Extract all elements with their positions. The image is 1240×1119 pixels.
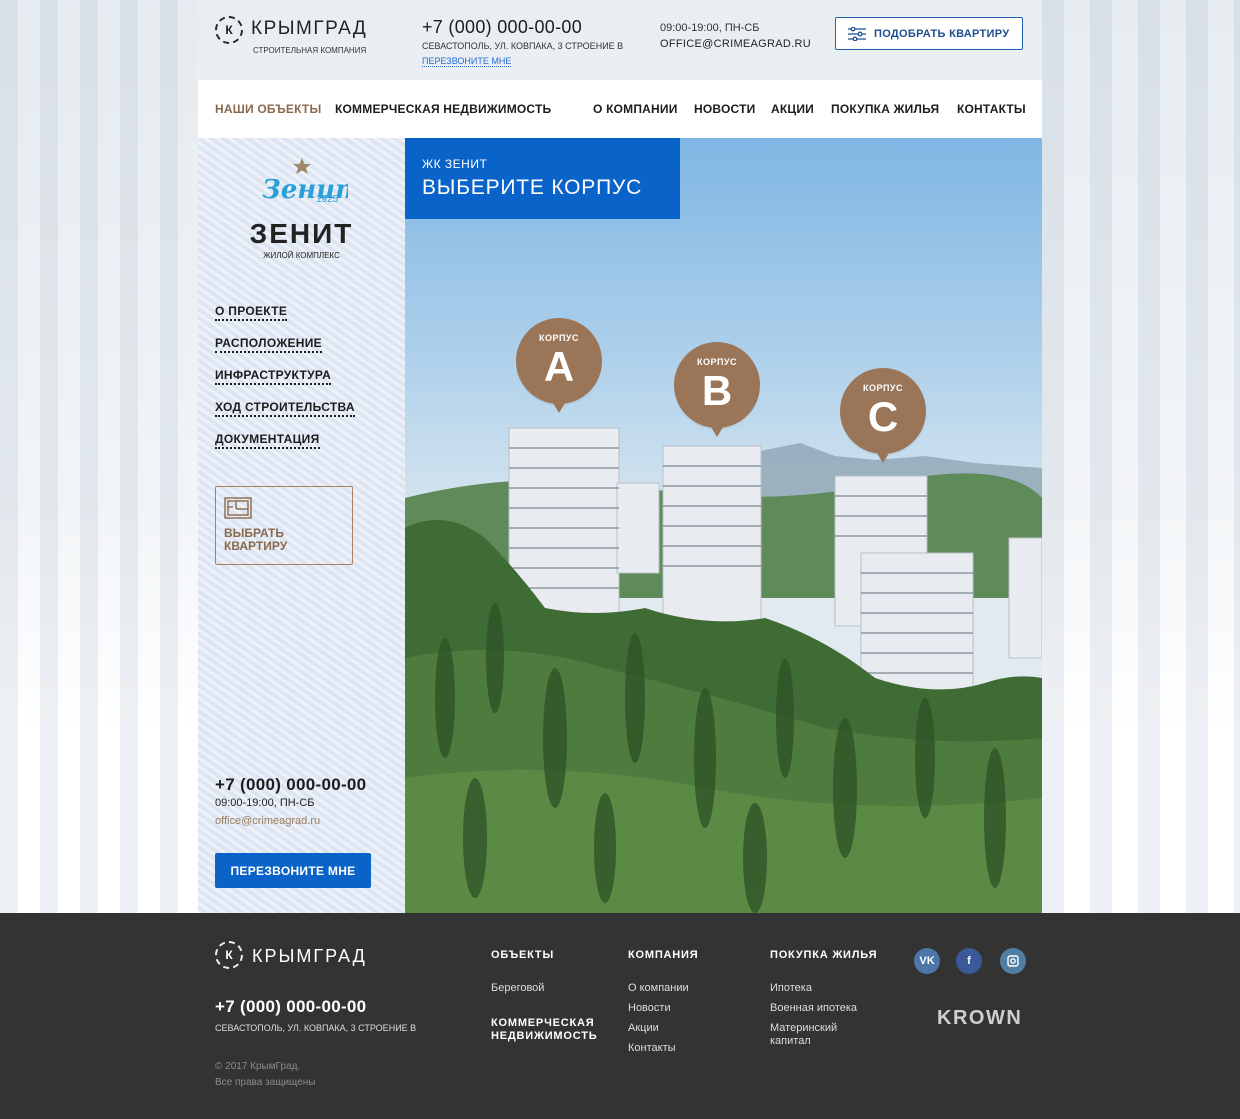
header-phone[interactable]: +7 (000) 000-00-00 <box>422 17 582 38</box>
building-pin-c[interactable]: КОРПУС C <box>840 368 926 463</box>
company-logo[interactable]: К КРЫМГРАД СТРОИТЕЛЬНАЯ КОМПАНИЯ <box>215 16 368 58</box>
krown-partner-logo[interactable]: KROWN <box>937 1007 1022 1030</box>
hero-banner: ЖК ЗЕНИТ ВЫБЕРИТЕ КОРПУС <box>405 138 680 219</box>
nav-commercial[interactable]: КОММЕРЧЕСКАЯ НЕДВИЖИМОСТЬ <box>335 102 551 116</box>
footer-link-military-mortgage[interactable]: Военная ипотека <box>770 1002 857 1014</box>
header-callback-link[interactable]: ПЕРЕЗВОНИТЕ МНЕ <box>422 56 512 67</box>
nav-buying[interactable]: ПОКУПКА ЖИЛЬЯ <box>831 102 939 116</box>
hero-eyebrow: ЖК ЗЕНИТ <box>422 157 488 171</box>
header-email[interactable]: OFFICE@CRIMEAGRAD.RU <box>660 38 811 50</box>
project-menu-location[interactable]: РАСПОЛОЖЕНИЕ <box>215 336 322 353</box>
footer-copyright: © 2017 КрымГрад. Все права защищены <box>215 1059 315 1091</box>
footer-heading-commercial[interactable]: КОММЕРЧЕСКАЯ НЕДВИЖИМОСТЬ <box>491 1017 601 1043</box>
facebook-icon[interactable]: f <box>956 948 982 974</box>
logo-subtitle: СТРОИТЕЛЬНАЯ КОМПАНИЯ <box>253 46 367 55</box>
copyright-line-2: Все права защищены <box>215 1077 316 1088</box>
instagram-glyph <box>1007 955 1019 967</box>
logo-emblem-icon: К <box>215 16 243 44</box>
footer-link-about[interactable]: О компании <box>628 982 689 994</box>
footer-phone[interactable]: +7 (000) 000-00-00 <box>215 997 366 1017</box>
footer-address: СЕВАСТОПОЛЬ, УЛ. КОВПАКА, 3 СТРОЕНИЕ В <box>215 1023 417 1033</box>
nav-news[interactable]: НОВОСТИ <box>694 102 755 116</box>
header-hours: 09:00-19:00, ПН-СБ <box>660 22 760 34</box>
project-menu: О ПРОЕКТЕ РАСПОЛОЖЕНИЕ ИНФРАСТРУКТУРА ХО… <box>215 304 355 464</box>
building-pin-a[interactable]: КОРПУС A <box>516 318 602 413</box>
project-menu-about[interactable]: О ПРОЕКТЕ <box>215 304 288 321</box>
project-menu-construction[interactable]: ХОД СТРОИТЕЛЬСТВА <box>215 400 355 417</box>
zenit-emblem-year: 1925 <box>316 194 339 205</box>
sidebar-hours: 09:00-19:00, ПН-СБ <box>215 797 315 809</box>
sidebar-email[interactable]: office@crimeagrad.ru <box>215 815 320 827</box>
main-nav: НАШИ ОБЪЕКТЫ КОММЕРЧЕСКАЯ НЕДВИЖИМОСТЬ О… <box>198 80 1042 138</box>
project-menu-infrastructure[interactable]: ИНФРАСТРУКТУРА <box>215 368 332 385</box>
project-title: ЗЕНИТ <box>249 218 354 249</box>
hero-title: ВЫБЕРИТЕ КОРПУС <box>422 176 643 199</box>
instagram-icon[interactable] <box>1000 948 1026 974</box>
nav-promotions[interactable]: АКЦИИ <box>771 102 814 116</box>
hero-landscape-image <box>405 427 1042 913</box>
footer-heading-company[interactable]: КОМПАНИЯ <box>628 949 698 961</box>
project-menu-documents[interactable]: ДОКУМЕНТАЦИЯ <box>215 432 320 449</box>
building-pin-b[interactable]: КОРПУС B <box>674 342 760 437</box>
site-footer: К КРЫМГРАД +7 (000) 000-00-00 СЕВАСТОПОЛ… <box>0 913 1240 1119</box>
nav-our-objects[interactable]: НАШИ ОБЪЕКТЫ <box>215 102 321 116</box>
footer-logo-emblem-icon: К <box>215 941 243 969</box>
footer-logo-name: КРЫМГРАД <box>252 946 367 966</box>
project-sidebar: Зенит 1925 ЗЕНИТ ЖИЛОЙ КОМПЛЕКС О ПРОЕКТ… <box>198 138 405 913</box>
footer-heading-buying[interactable]: ПОКУПКА ЖИЛЬЯ <box>770 949 877 961</box>
pick-apartment-label: ПОДОБРАТЬ КВАРТИРУ <box>874 27 1010 40</box>
footer-link-maternity-capital[interactable]: Материнский капитал <box>770 1022 870 1048</box>
nav-contacts[interactable]: КОНТАКТЫ <box>957 102 1026 116</box>
pin-letter: C <box>867 393 899 440</box>
site-header: К КРЫМГРАД СТРОИТЕЛЬНАЯ КОМПАНИЯ +7 (000… <box>198 0 1042 80</box>
footer-link-contacts[interactable]: Контакты <box>628 1042 676 1054</box>
filter-sliders-icon <box>848 26 866 41</box>
sidebar-callback-button[interactable]: ПЕРЕЗВОНИТЕ МНЕ <box>215 853 371 888</box>
project-subtitle: ЖИЛОЙ КОМПЛЕКС <box>263 251 340 260</box>
footer-link-promotions[interactable]: Акции <box>628 1022 659 1034</box>
copyright-line-1: © 2017 КрымГрад. <box>215 1061 301 1072</box>
nav-about[interactable]: О КОМПАНИИ <box>593 102 678 116</box>
footer-link-beregovoy[interactable]: Береговой <box>491 982 544 994</box>
choose-apartment-label: ВЫБРАТЬ КВАРТИРУ <box>224 526 288 553</box>
logo-name: КРЫМГРАД <box>251 18 368 39</box>
choose-apartment-button[interactable]: ВЫБРАТЬ КВАРТИРУ <box>215 486 353 565</box>
pin-letter: B <box>701 367 733 414</box>
floor-plan-icon <box>224 497 252 519</box>
background-left <box>0 0 198 913</box>
pick-apartment-button[interactable]: ПОДОБРАТЬ КВАРТИРУ <box>835 17 1023 50</box>
vk-icon[interactable]: VK <box>914 948 940 974</box>
zenit-emblem-icon[interactable]: Зенит 1925 <box>256 156 348 214</box>
header-address: СЕВАСТОПОЛЬ, УЛ. КОВПАКА, 3 СТРОЕНИЕ В <box>422 41 624 51</box>
footer-heading-objects[interactable]: ОБЪЕКТЫ <box>491 949 554 961</box>
sidebar-phone[interactable]: +7 (000) 000-00-00 <box>215 775 366 795</box>
footer-link-mortgage[interactable]: Ипотека <box>770 982 812 994</box>
footer-link-news[interactable]: Новости <box>628 1002 671 1014</box>
pin-letter: A <box>543 343 575 390</box>
building-selector-hero: ЖК ЗЕНИТ ВЫБЕРИТЕ КОРПУС КОРПУС A КОРПУС… <box>405 138 1042 913</box>
background-right <box>1042 0 1240 913</box>
